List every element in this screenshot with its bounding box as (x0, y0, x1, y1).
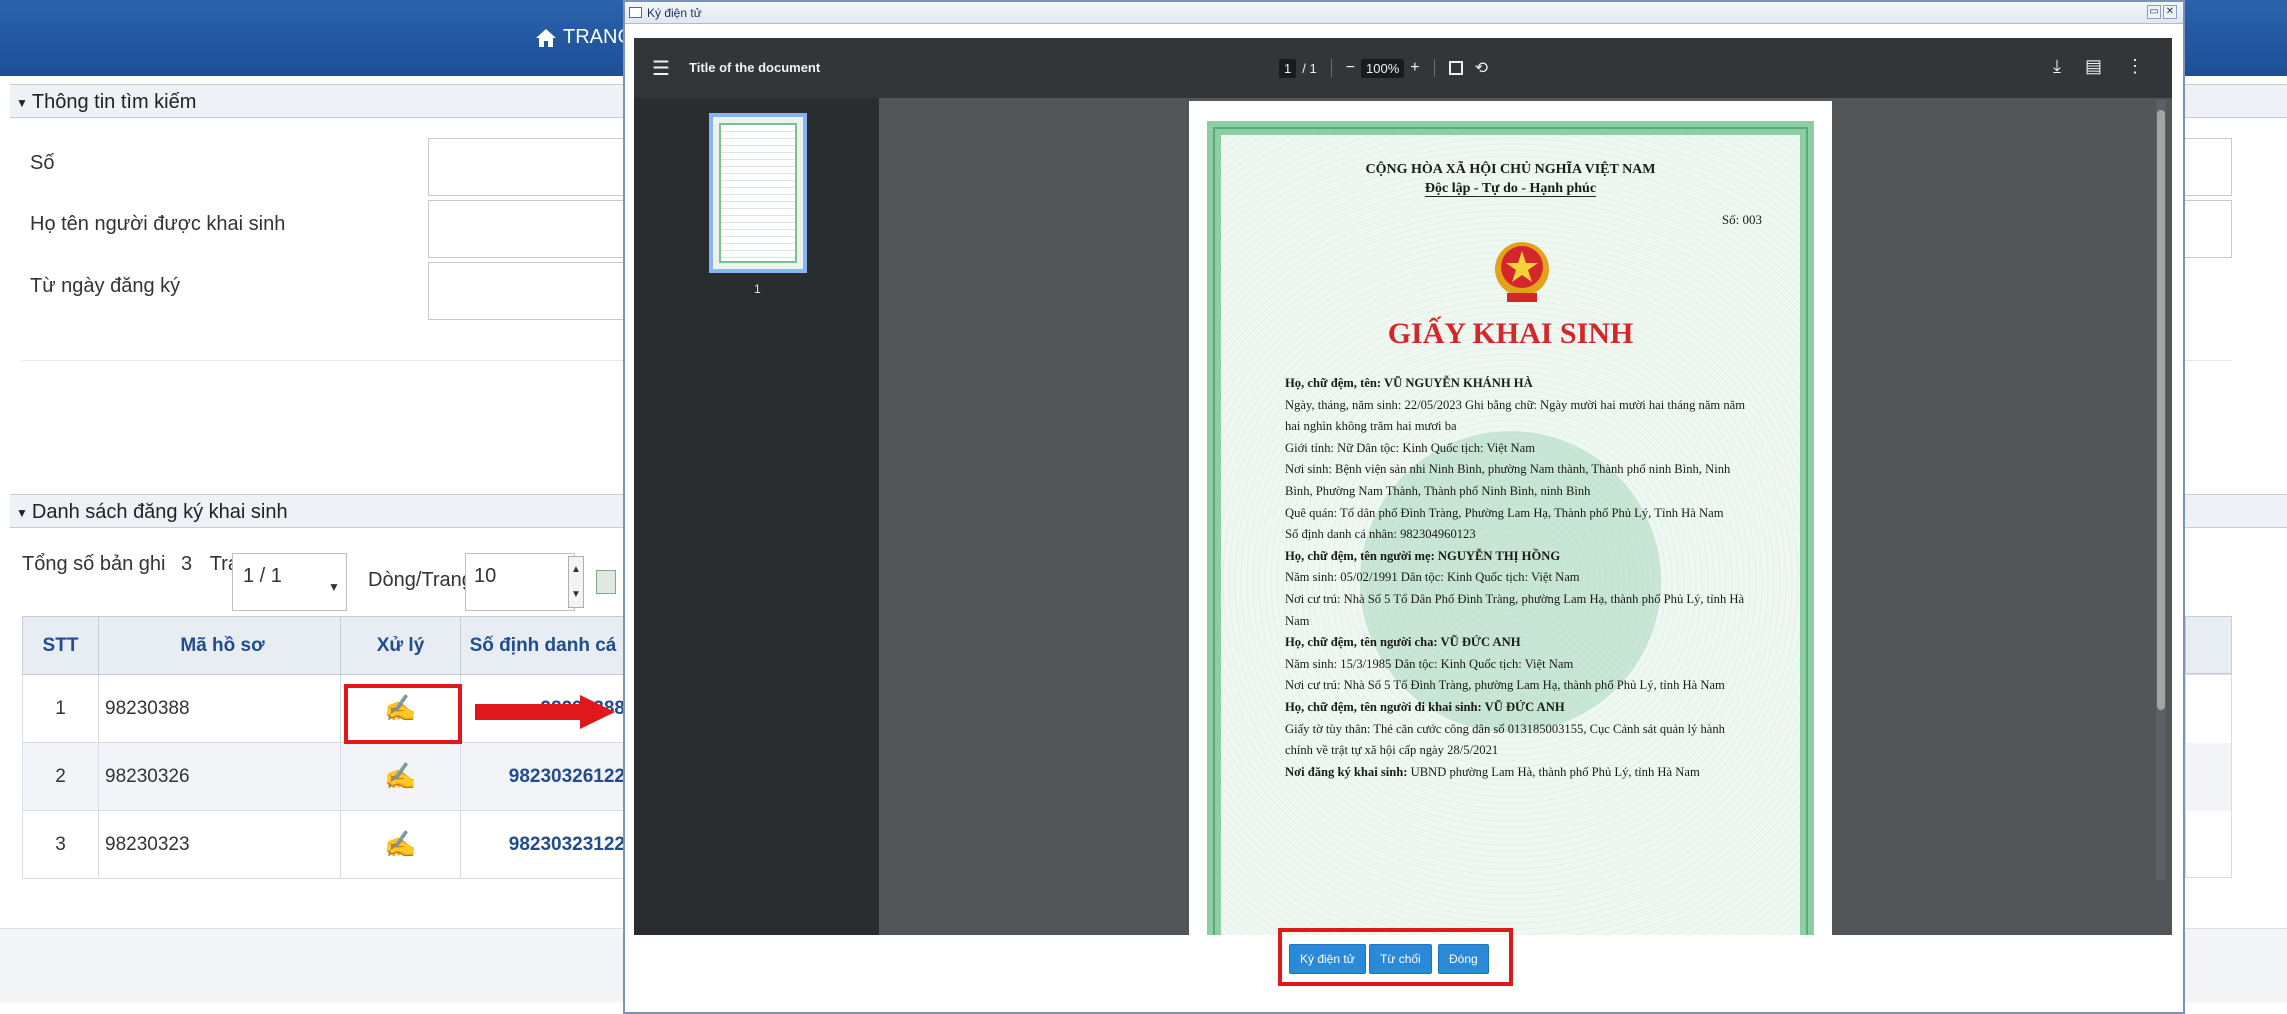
export-icon[interactable] (596, 570, 616, 594)
page-thumbnail[interactable] (709, 113, 807, 273)
fit-page-icon[interactable] (1448, 61, 1463, 75)
pager: Tổng số bản ghi 3 Trang (22, 553, 261, 576)
row-stt: 2 (22, 742, 99, 811)
print-icon[interactable]: ▤ (2085, 56, 2102, 77)
thumbnail-sidebar: 1 (634, 98, 879, 935)
zoom-in-icon[interactable]: + (1410, 59, 1419, 77)
chevron-down-icon[interactable]: ▼ (328, 580, 340, 594)
page-number-input[interactable]: 1 (1279, 58, 1297, 78)
tu-ngay-label: Từ ngày đăng ký (30, 275, 181, 297)
table-header-row: STT Mã hồ sơ Xử lý Số định danh cá (22, 616, 626, 675)
certificate-motto: Độc lập - Tự do - Hạnh phúc (1424, 181, 1597, 197)
so-label: Số (30, 152, 55, 174)
certificate-line: Quê quán: Tổ dân phố Đình Tràng, Phường … (1285, 505, 1724, 520)
row-stt: 1 (22, 674, 99, 743)
col-ma-ho-so[interactable]: Mã hồ sơ (98, 616, 341, 675)
sign-pen-icon[interactable]: ✍ (384, 761, 416, 791)
close-icon[interactable]: ✕ (2163, 5, 2177, 19)
menu-icon[interactable]: ☰ (652, 56, 670, 81)
registration-table: STT Mã hồ sơ Xử lý Số định danh cá 1 982… (22, 616, 626, 879)
col-xu-ly[interactable]: Xử lý (340, 616, 461, 675)
more-options-icon[interactable]: ⋮ (2126, 56, 2144, 77)
pdf-viewer: ☰ Title of the document 1 / 1 − 100% + ⟲… (634, 38, 2172, 935)
certificate-line: Họ, chữ đệm, tên người mẹ: NGUYỄN THỊ HỒ… (1285, 548, 1561, 563)
rows-stepper[interactable]: ▲ ▼ (568, 556, 584, 608)
document-title: Title of the document (689, 60, 821, 75)
certificate-line: Năm sinh: 15/3/1985 Dân tộc: Kinh Quốc t… (1285, 656, 1574, 671)
row-stt: 3 (22, 810, 99, 879)
row-so-dinh-danh[interactable]: 98230326122 (460, 742, 626, 811)
zoom-level[interactable]: 100% (1361, 58, 1405, 78)
collapse-triangle-icon: ▼ (16, 505, 28, 520)
certificate-line: Số định danh cá nhân: 982304960123 (1285, 527, 1476, 542)
col-stt[interactable]: STT (22, 616, 99, 675)
search-panel-title: Thông tin tìm kiếm (31, 91, 197, 113)
certificate-body: Họ, chữ đệm, tên: VŨ NGUYỄN KHÁNH HÀ Ngày… (1285, 373, 1750, 783)
window-icon (629, 7, 642, 18)
row-ma: 98230326 (98, 742, 341, 811)
rows-per-page-label: Dòng/Trang (368, 569, 473, 591)
pdf-toolbar: ☰ Title of the document 1 / 1 − 100% + ⟲… (634, 38, 2172, 98)
tu-ngay-input[interactable] (428, 262, 638, 320)
total-value: 3 (181, 553, 193, 575)
pdf-page: CỘNG HÒA XÃ HỘI CHỦ NGHĨA VIỆT NAM Độc l… (1189, 101, 1832, 935)
table-row[interactable]: 3 98230323 ✍ 98230323122 (22, 810, 626, 879)
certificate-line: Ngày, tháng, năm sinh: 22/05/2023 Ghi bằ… (1285, 397, 1746, 434)
certificate-number: Số: 003 (1721, 212, 1762, 227)
table-body-right (2185, 674, 2232, 878)
so-input-right[interactable] (2180, 138, 2232, 196)
ho-ten-input[interactable] (428, 200, 638, 258)
annotation-arrow-icon (475, 695, 615, 729)
row-ma: 98230388 (98, 674, 341, 743)
annotation-box-buttons (1278, 928, 1513, 986)
restore-icon[interactable]: ▭ (2147, 5, 2161, 19)
certificate-line: Giới tính: Nữ Dân tộc: Kinh Quốc tịch: V… (1285, 440, 1535, 455)
certificate-line: Nơi sinh: Bệnh viện sản nhi Ninh Bình, p… (1285, 462, 1731, 498)
row-action[interactable]: ✍ (340, 810, 461, 879)
certificate-line: Họ, chữ đệm, tên người đi khai sinh: VŨ … (1285, 699, 1565, 714)
table-row[interactable]: 2 98230326 ✍ 98230326122 (22, 742, 626, 811)
certificate-national-header: CỘNG HÒA XÃ HỘI CHỦ NGHĨA VIỆT NAM (1365, 162, 1656, 177)
ho-ten-input-right[interactable] (2180, 200, 2232, 258)
birth-certificate: CỘNG HÒA XÃ HỘI CHỦ NGHĨA VIỆT NAM Độc l… (1207, 121, 1814, 935)
dialog-titlebar[interactable]: Ký điện tử ▭ ✕ (625, 2, 2183, 24)
page-total: / 1 (1302, 60, 1317, 76)
row-ma: 98230323 (98, 810, 341, 879)
certificate-line: Họ, chữ đệm, tên: VŨ NGUYỄN KHÁNH HÀ (1285, 376, 1533, 390)
annotation-box-action (344, 684, 462, 744)
certificate-line: Năm sinh: 05/02/1991 Dân tộc: Kinh Quốc … (1285, 570, 1580, 585)
certificate-title: GIẤY KHAI SINH (1387, 317, 1634, 350)
rows-per-page-input[interactable]: 10 (465, 553, 575, 611)
table-header-right (2185, 616, 2232, 674)
certificate-line: Giấy tờ tùy thân: Thẻ căn cước công dân … (1285, 721, 1725, 758)
thumbnail-page-number: 1 (754, 282, 761, 296)
sign-dialog: Ký điện tử ▭ ✕ ☰ Title of the document 1… (623, 0, 2185, 1014)
separator (1433, 59, 1435, 77)
vertical-scrollbar[interactable] (2156, 100, 2166, 880)
home-icon (536, 28, 556, 47)
certificate-line: Nơi đăng ký khai sinh: UBND phường Lam H… (1285, 764, 1700, 779)
separator (1330, 59, 1332, 77)
certificate-line: Nơi cư trú: Nhà Số 5 Tổ Dân Phố Đình Trà… (1285, 591, 1745, 628)
zoom-out-icon[interactable]: − (1346, 59, 1355, 77)
certificate-line: Họ, chữ đệm, tên người cha: VŨ ĐỨC ANH (1285, 635, 1521, 650)
dialog-title: Ký điện tử (647, 5, 702, 20)
national-emblem-icon (1495, 242, 1549, 302)
ho-ten-label: Họ tên người được khai sinh (30, 213, 286, 235)
row-action[interactable]: ✍ (340, 742, 461, 811)
col-so-dinh-danh[interactable]: Số định danh cá (460, 616, 626, 675)
rotate-icon[interactable]: ⟲ (1475, 58, 1488, 78)
row-so-dinh-danh[interactable]: 98230323122 (460, 810, 626, 879)
so-input[interactable] (428, 138, 638, 196)
certificate-line: Nơi cư trú: Nhà Số 5 Tổ Đình Tràng, phườ… (1285, 678, 1725, 693)
total-label: Tổng số bản ghi (22, 553, 166, 575)
list-panel-title: Danh sách đăng ký khai sinh (31, 501, 288, 523)
collapse-triangle-icon: ▼ (16, 95, 28, 110)
sign-pen-icon[interactable]: ✍ (384, 829, 416, 859)
download-icon[interactable]: ⤓ (2053, 56, 2061, 77)
